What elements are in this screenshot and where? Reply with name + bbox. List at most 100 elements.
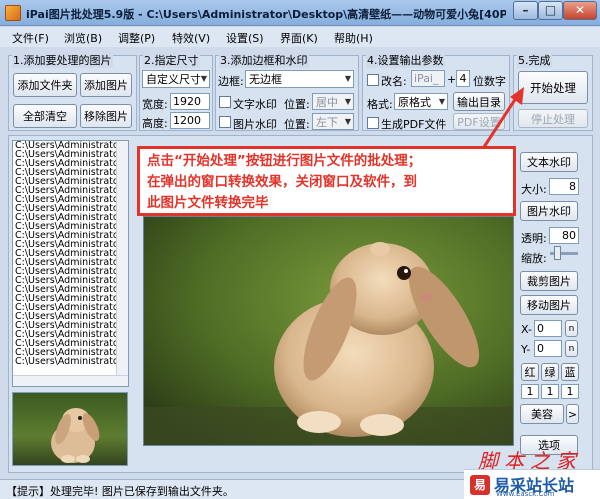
minimize-button[interactable]: – bbox=[513, 1, 538, 20]
file-list-item[interactable]: C:\Users\Administrator\D bbox=[13, 312, 128, 321]
callout-line-2: 在弹出的窗口转换效果，关闭窗口及软件，到 bbox=[147, 174, 417, 190]
file-list-item[interactable]: C:\Users\Administrator\D bbox=[13, 186, 128, 195]
text-watermark-button[interactable]: 文本水印 bbox=[520, 152, 578, 172]
file-list-item[interactable]: C:\Users\Administrator\D bbox=[13, 150, 128, 159]
opacity-label: 透明: bbox=[521, 232, 547, 245]
menu-settings[interactable]: 设置(S) bbox=[226, 30, 264, 46]
scale-label: 缩放: bbox=[521, 252, 547, 265]
bunny-preview-image bbox=[144, 217, 513, 445]
callout-line-3: 此图片文件转换完毕 bbox=[147, 195, 269, 211]
status-text: 【提示】处理完毕! 图片已保存到输出文件夹。 bbox=[6, 485, 234, 498]
x-input[interactable]: 0 bbox=[534, 320, 562, 337]
chevron-down-icon: ▼ bbox=[344, 97, 351, 106]
file-list-hscroll[interactable] bbox=[13, 375, 128, 386]
file-list-item[interactable]: C:\Users\Administrator\D bbox=[13, 141, 128, 150]
file-list-item[interactable]: C:\Users\Administrator\D bbox=[13, 321, 128, 330]
size-label: 大小: bbox=[521, 183, 547, 196]
text-watermark-checkbox[interactable] bbox=[219, 96, 231, 108]
file-list-item[interactable]: C:\Users\Administrator\D bbox=[13, 195, 128, 204]
file-list-item[interactable]: C:\Users\Administrator\D bbox=[13, 330, 128, 339]
file-list-item[interactable]: C:\Users\Administrator\D bbox=[13, 285, 128, 294]
file-list-vscroll[interactable] bbox=[116, 141, 128, 386]
file-list-item[interactable]: C:\Users\Administrator\D bbox=[13, 258, 128, 267]
file-list-item[interactable]: C:\Users\Administrator\D bbox=[13, 231, 128, 240]
y-input[interactable]: 0 bbox=[534, 340, 562, 357]
menu-help[interactable]: 帮助(H) bbox=[334, 30, 373, 46]
file-list-item[interactable]: C:\Users\Administrator\D bbox=[13, 204, 128, 213]
close-button[interactable]: ✕ bbox=[563, 1, 597, 20]
file-list-item[interactable]: C:\Users\Administrator\D bbox=[13, 222, 128, 231]
opacity-input[interactable]: 80 bbox=[549, 227, 579, 244]
red-value[interactable]: 1 bbox=[521, 384, 539, 399]
image-watermark-checkbox[interactable] bbox=[219, 116, 231, 128]
file-list-item[interactable]: C:\Users\Administrator\D bbox=[13, 357, 128, 366]
menu-browse[interactable]: 浏览(B) bbox=[64, 30, 102, 46]
clear-all-button[interactable]: 全部清空 bbox=[13, 104, 77, 128]
y-stepper[interactable]: n bbox=[565, 340, 578, 357]
site-url: Www.Easck.Com bbox=[496, 490, 555, 498]
file-list-item[interactable]: C:\Users\Administrator\D bbox=[13, 249, 128, 258]
file-list-item[interactable]: C:\Users\Administrator\D bbox=[13, 240, 128, 249]
file-list-item[interactable]: C:\Users\Administrator\D bbox=[13, 159, 128, 168]
file-list-item[interactable]: C:\Users\Administrator\D bbox=[13, 276, 128, 285]
x-stepper[interactable]: n bbox=[565, 320, 578, 337]
pdf-checkbox[interactable] bbox=[367, 117, 379, 129]
chevron-down-icon: ▼ bbox=[438, 97, 445, 106]
maximize-button[interactable]: □ bbox=[538, 1, 563, 20]
beautify-more-button[interactable]: > bbox=[566, 404, 579, 424]
file-list[interactable]: C:\Users\Administrator\D C:\Users\Adminis… bbox=[12, 140, 129, 387]
scale-slider-thumb[interactable] bbox=[554, 246, 561, 260]
pdf-label: 生成PDF文件 bbox=[381, 118, 447, 131]
width-input[interactable]: 1920 bbox=[170, 93, 210, 110]
menu-interface[interactable]: 界面(K) bbox=[280, 30, 318, 46]
file-list-item[interactable]: C:\Users\Administrator\D bbox=[13, 177, 128, 186]
callout-line-1: 点击“开始处理”按钮进行图片文件的批处理； bbox=[147, 153, 422, 169]
text-position-select[interactable]: 居中 ▼ bbox=[312, 93, 354, 110]
x-label: X- bbox=[521, 323, 532, 336]
blue-value[interactable]: 1 bbox=[561, 384, 579, 399]
group-frame-watermark-title: 3.添加边框和水印 bbox=[219, 52, 309, 68]
blue-button[interactable]: 蓝 bbox=[561, 363, 579, 381]
add-image-button[interactable]: 添加图片 bbox=[80, 73, 132, 97]
file-list-item[interactable]: C:\Users\Administrator\D bbox=[13, 168, 128, 177]
group-add-images-title: 1.添加要处理的图片 bbox=[12, 52, 113, 68]
group-size-title: 2.指定尺寸 bbox=[143, 52, 200, 68]
y-label: Y- bbox=[521, 343, 531, 356]
file-list-item[interactable]: C:\Users\Administrator\D bbox=[13, 348, 128, 357]
remove-image-button[interactable]: 移除图片 bbox=[80, 104, 132, 128]
rename-prefix-input[interactable]: iPai_ bbox=[411, 70, 445, 87]
file-list-items: C:\Users\Administrator\D C:\Users\Adminis… bbox=[13, 141, 128, 366]
menu-effects[interactable]: 特效(V) bbox=[172, 30, 210, 46]
size-mode-select[interactable]: 自定义尺寸 ▼ bbox=[142, 70, 210, 88]
file-list-item[interactable]: C:\Users\Administrator\D bbox=[13, 267, 128, 276]
move-image-button[interactable]: 移动图片 bbox=[520, 295, 578, 315]
rename-checkbox[interactable] bbox=[367, 74, 379, 86]
green-value[interactable]: 1 bbox=[541, 384, 559, 399]
callout-arrow-icon bbox=[482, 87, 524, 148]
image-position-label: 位置: bbox=[284, 118, 310, 131]
file-list-item[interactable]: C:\Users\Administrator\D bbox=[13, 213, 128, 222]
image-position-select[interactable]: 左下 ▼ bbox=[312, 113, 354, 130]
file-list-item[interactable]: C:\Users\Administrator\D bbox=[13, 339, 128, 348]
crop-image-button[interactable]: 裁剪图片 bbox=[520, 271, 578, 291]
thumbnail-preview bbox=[12, 392, 128, 466]
file-list-item[interactable]: C:\Users\Administrator\D bbox=[13, 303, 128, 312]
green-button[interactable]: 绿 bbox=[541, 363, 559, 381]
red-button[interactable]: 红 bbox=[521, 363, 539, 381]
beautify-button[interactable]: 美容 bbox=[520, 404, 564, 424]
app-icon bbox=[5, 5, 21, 21]
image-watermark-button[interactable]: 图片水印 bbox=[520, 201, 578, 221]
frame-select[interactable]: 无边框 ▼ bbox=[245, 70, 354, 88]
plus-label: + bbox=[447, 73, 457, 86]
site-logo-icon: 易 bbox=[470, 475, 490, 495]
height-input[interactable]: 1200 bbox=[170, 112, 210, 129]
text-position-label: 位置: bbox=[284, 98, 310, 111]
menu-adjust[interactable]: 调整(P) bbox=[118, 30, 155, 46]
size-input[interactable]: 8 bbox=[549, 178, 579, 195]
format-select[interactable]: 原格式 ▼ bbox=[394, 93, 448, 110]
digits-input[interactable]: 4 bbox=[456, 70, 470, 87]
add-folder-button[interactable]: 添加文件夹 bbox=[13, 73, 77, 97]
chevron-down-icon: ▼ bbox=[200, 74, 207, 83]
file-list-item[interactable]: C:\Users\Administrator\D bbox=[13, 294, 128, 303]
menu-file[interactable]: 文件(F) bbox=[12, 30, 49, 46]
